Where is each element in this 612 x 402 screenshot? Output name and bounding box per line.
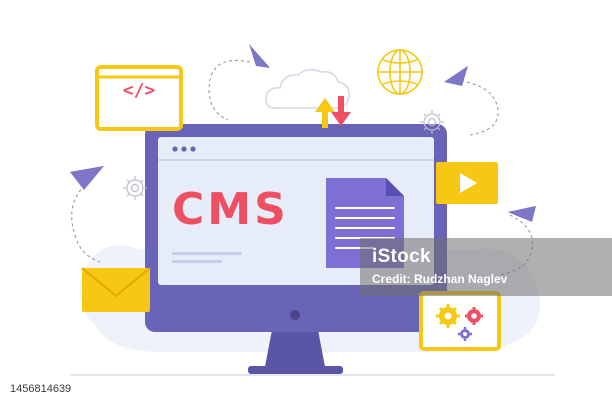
- paper-plane-icon: [249, 44, 270, 68]
- code-symbol: </>: [122, 80, 156, 101]
- cms-headline: CMS: [172, 184, 289, 235]
- cms-illustration: [70, 44, 612, 376]
- paper-plane-icon: [444, 66, 468, 86]
- window-dot: [172, 146, 178, 152]
- dashed-path: [71, 184, 101, 263]
- monitor-base: [248, 366, 343, 374]
- screen-text-line: [172, 252, 242, 255]
- window-dot: [105, 70, 109, 74]
- power-button: [290, 310, 300, 320]
- image-id: 1456814639: [10, 383, 72, 395]
- dashed-path: [454, 79, 499, 136]
- paper-plane-icon: [70, 166, 104, 190]
- paper-plane-icon: [508, 206, 536, 222]
- cloud-icon: [265, 68, 350, 109]
- dashed-path: [208, 59, 251, 121]
- watermark-logo: iStock: [372, 246, 431, 267]
- footer-bar: 1456814639: [0, 376, 612, 402]
- settings-panel-icon: [419, 291, 501, 351]
- window-dot: [117, 70, 121, 74]
- window-dot: [181, 146, 187, 152]
- watermark-credit: Credit: Rudzhan Naglev: [372, 272, 508, 286]
- monitor-stand: [264, 330, 326, 372]
- gear-icon: [123, 176, 147, 200]
- window-dot: [190, 146, 196, 152]
- globe-icon: [377, 49, 423, 95]
- window-dot: [111, 70, 115, 74]
- email-envelope-icon: [82, 268, 150, 312]
- screen-text-line: [172, 260, 222, 263]
